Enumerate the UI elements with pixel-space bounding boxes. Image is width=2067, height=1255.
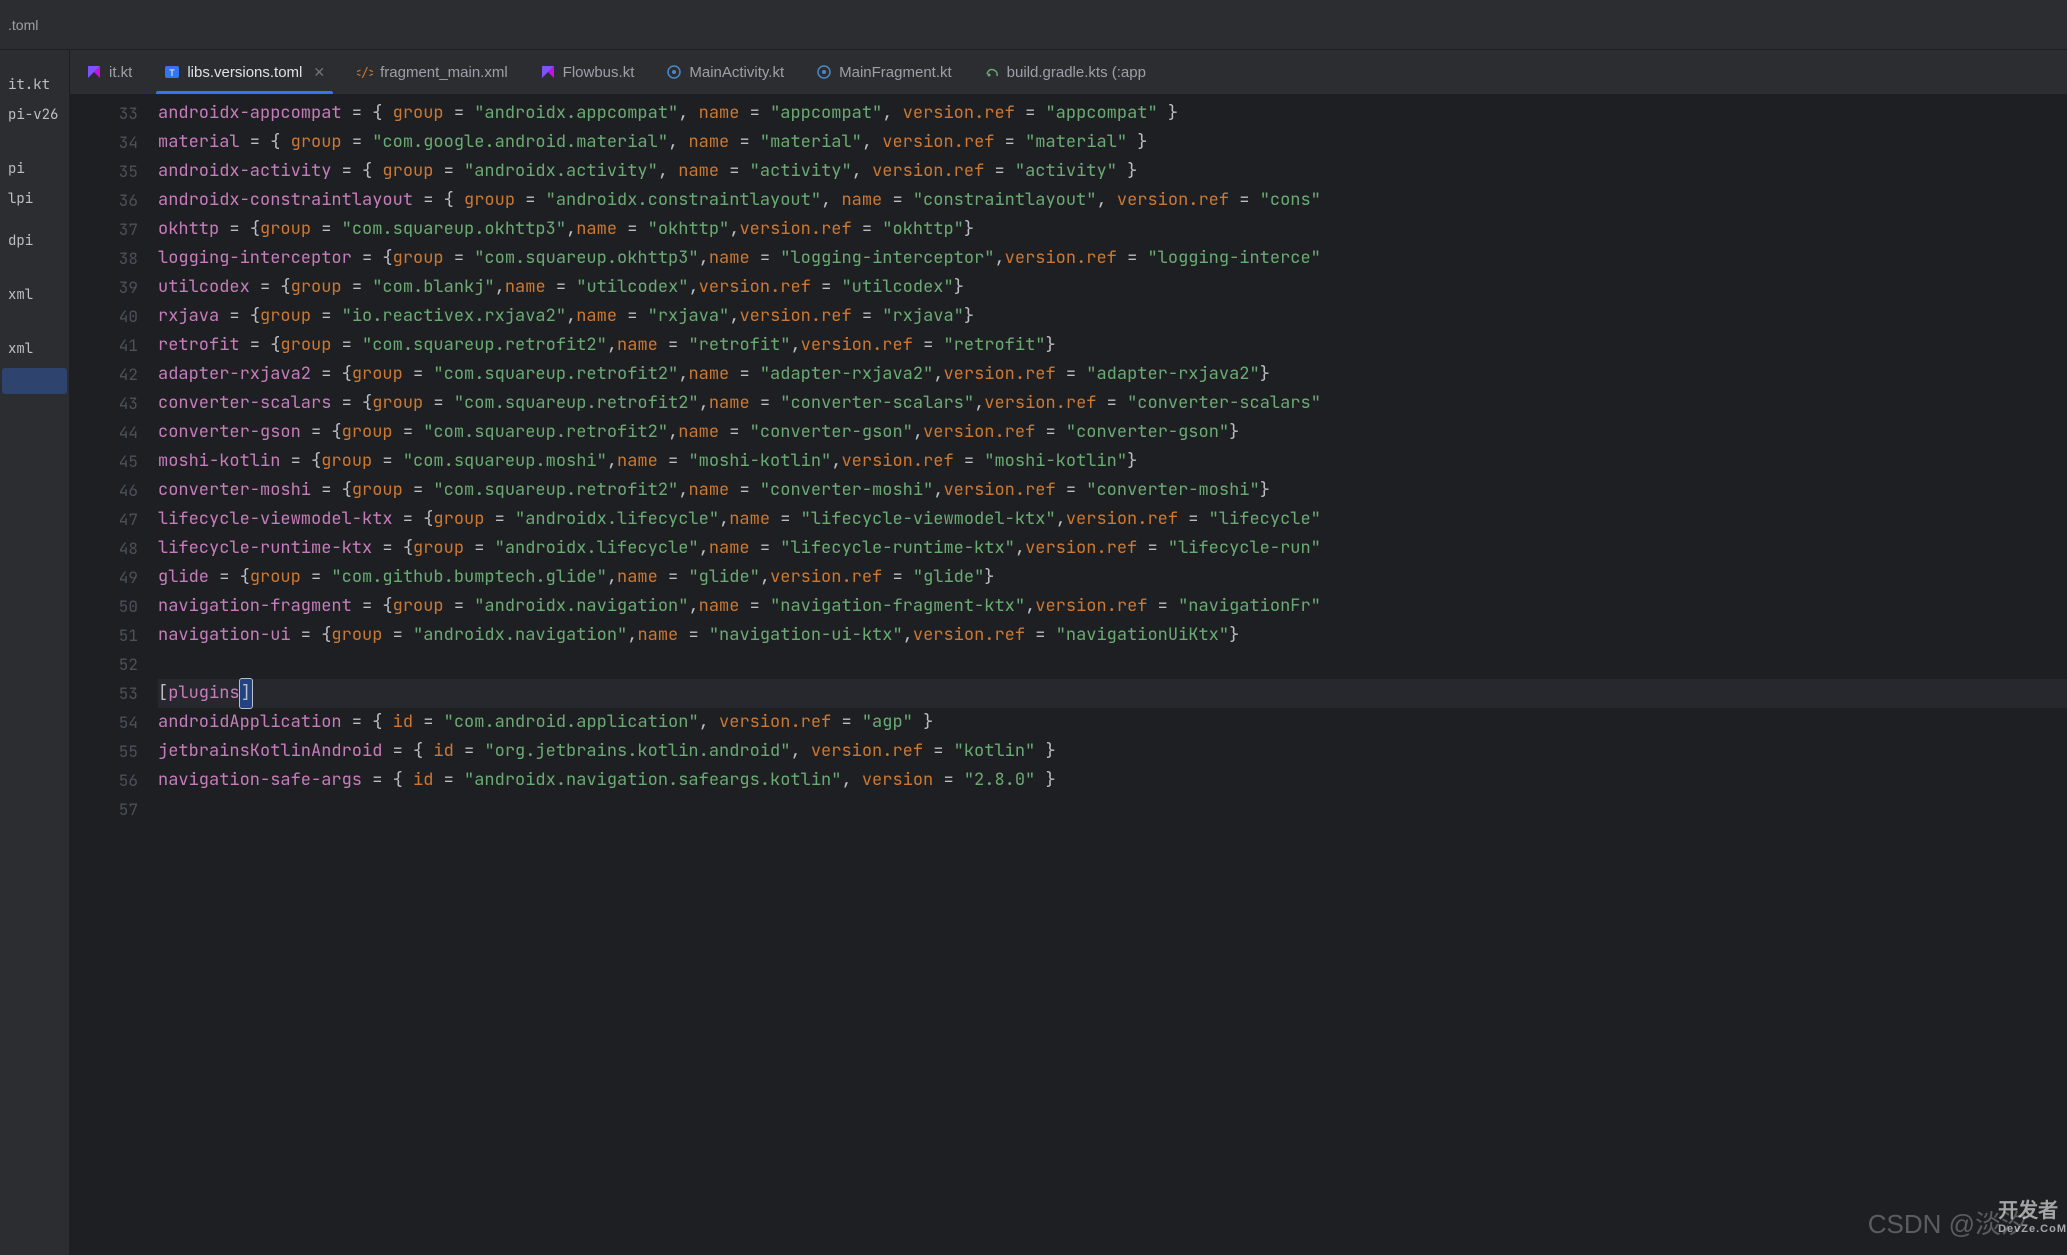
tree-item[interactable]: pi-v26	[0, 100, 69, 130]
tree-item[interactable]: it.kt	[0, 70, 69, 100]
tree-item[interactable]: pi	[0, 154, 69, 184]
tab-libs-versions-toml[interactable]: Tlibs.versions.toml ✕	[148, 50, 341, 94]
code-line[interactable]: moshi-kotlin = {group = "com.squareup.mo…	[158, 447, 2067, 476]
line-number: 33	[70, 99, 138, 128]
line-number: 57	[70, 795, 138, 824]
code-line[interactable]	[158, 650, 2067, 679]
line-gutter: 3334353637383940414243444546474849505152…	[70, 95, 158, 1255]
tab-label: Flowbus.kt	[563, 64, 635, 81]
line-number: 50	[70, 592, 138, 621]
line-number: 54	[70, 708, 138, 737]
line-number: 42	[70, 360, 138, 389]
kotlin-icon	[86, 64, 102, 80]
line-number: 51	[70, 621, 138, 650]
tab-mainactivity-kt[interactable]: MainActivity.kt	[650, 50, 800, 94]
toml-icon: T	[164, 64, 180, 80]
tab-label: MainFragment.kt	[839, 64, 952, 81]
tab-flowbus-kt[interactable]: Flowbus.kt	[524, 50, 651, 94]
tab-label: libs.versions.toml	[187, 64, 302, 81]
title-bar: .toml	[0, 0, 2067, 50]
code-line[interactable]: androidApplication = { id = "com.android…	[158, 708, 2067, 737]
line-number: 37	[70, 215, 138, 244]
editor-tabs: it.kt Tlibs.versions.toml ✕ </> fragment_mai…	[70, 50, 2067, 95]
code-content[interactable]: androidx-appcompat = { group = "androidx…	[158, 95, 2067, 1255]
code-line[interactable]: androidx-constraintlayout = { group = "a…	[158, 186, 2067, 215]
kotlin-icon	[540, 64, 556, 80]
code-line[interactable]: jetbrainsKotlinAndroid = { id = "org.jet…	[158, 737, 2067, 766]
line-number: 46	[70, 476, 138, 505]
tab-it-kt[interactable]: it.kt	[70, 50, 148, 94]
code-line[interactable]: okhttp = {group = "com.squareup.okhttp3"…	[158, 215, 2067, 244]
code-line[interactable]: [plugins]	[158, 679, 2067, 708]
line-number: 38	[70, 244, 138, 273]
close-icon[interactable]: ✕	[313, 64, 325, 81]
line-number: 45	[70, 447, 138, 476]
tree-selection	[2, 368, 67, 394]
code-editor[interactable]: 3334353637383940414243444546474849505152…	[70, 95, 2067, 1255]
line-number: 35	[70, 157, 138, 186]
line-number: 44	[70, 418, 138, 447]
code-line[interactable]: androidx-activity = { group = "androidx.…	[158, 157, 2067, 186]
tree-item[interactable]	[0, 130, 69, 142]
tab-build-gradle-kts-app[interactable]: build.gradle.kts (:app	[968, 50, 1162, 94]
code-line[interactable]: androidx-appcompat = { group = "androidx…	[158, 99, 2067, 128]
code-line[interactable]: logging-interceptor = {group = "com.squa…	[158, 244, 2067, 273]
tree-item[interactable]: xml	[0, 280, 69, 310]
line-number: 40	[70, 302, 138, 331]
line-number: 39	[70, 273, 138, 302]
tab-label: MainActivity.kt	[689, 64, 784, 81]
tree-item[interactable]: lpi	[0, 184, 69, 214]
code-line[interactable]: glide = {group = "com.github.bumptech.gl…	[158, 563, 2067, 592]
code-line[interactable]	[158, 795, 2067, 824]
code-line[interactable]: converter-scalars = {group = "com.square…	[158, 389, 2067, 418]
xml-icon: </>	[357, 64, 373, 80]
line-number: 34	[70, 128, 138, 157]
breadcrumb: .toml	[0, 17, 38, 33]
tree-item[interactable]	[0, 142, 69, 154]
code-line[interactable]: retrofit = {group = "com.squareup.retrof…	[158, 331, 2067, 360]
line-number: 56	[70, 766, 138, 795]
line-number: 55	[70, 737, 138, 766]
svg-text:</>: </>	[357, 66, 373, 80]
code-line[interactable]: utilcodex = {group = "com.blankj",name =…	[158, 273, 2067, 302]
tab-label: build.gradle.kts (:app	[1007, 64, 1146, 81]
line-number: 36	[70, 186, 138, 215]
tree-item[interactable]	[0, 268, 69, 280]
tab-label: fragment_main.xml	[380, 64, 508, 81]
code-line[interactable]: converter-moshi = {group = "com.squareup…	[158, 476, 2067, 505]
tree-item[interactable]	[0, 214, 69, 226]
code-line[interactable]: material = { group = "com.google.android…	[158, 128, 2067, 157]
kotlin-activity-icon	[666, 64, 682, 80]
line-number: 49	[70, 563, 138, 592]
code-line[interactable]: lifecycle-runtime-ktx = {group = "androi…	[158, 534, 2067, 563]
code-line[interactable]: lifecycle-viewmodel-ktx = {group = "andr…	[158, 505, 2067, 534]
line-number: 41	[70, 331, 138, 360]
line-number: 47	[70, 505, 138, 534]
code-line[interactable]: rxjava = {group = "io.reactivex.rxjava2"…	[158, 302, 2067, 331]
line-number: 43	[70, 389, 138, 418]
devze-watermark: 开发者DevZe.CoM	[1998, 1194, 2067, 1235]
code-line[interactable]: converter-gson = {group = "com.squareup.…	[158, 418, 2067, 447]
line-number: 52	[70, 650, 138, 679]
code-line[interactable]: navigation-ui = {group = "androidx.navig…	[158, 621, 2067, 650]
gradle-icon	[984, 64, 1000, 80]
tree-item[interactable]: dpi	[0, 226, 69, 256]
code-line[interactable]: navigation-safe-args = { id = "androidx.…	[158, 766, 2067, 795]
tree-item[interactable]	[0, 310, 69, 322]
tab-mainfragment-kt[interactable]: MainFragment.kt	[800, 50, 968, 94]
tab-fragment-main-xml[interactable]: </> fragment_main.xml	[341, 50, 524, 94]
tree-item[interactable]	[0, 322, 69, 334]
tree-item[interactable]: xml	[0, 334, 69, 364]
project-tree[interactable]: it.ktpi-v26 pilpi dpi xml xml	[0, 50, 70, 1255]
kotlin-fragment-icon	[816, 64, 832, 80]
svg-text:T: T	[170, 68, 176, 78]
tab-label: it.kt	[109, 64, 132, 81]
code-line[interactable]: navigation-fragment = {group = "androidx…	[158, 592, 2067, 621]
line-number: 53	[70, 679, 138, 708]
code-line[interactable]: adapter-rxjava2 = {group = "com.squareup…	[158, 360, 2067, 389]
tree-item[interactable]	[0, 256, 69, 268]
line-number: 48	[70, 534, 138, 563]
